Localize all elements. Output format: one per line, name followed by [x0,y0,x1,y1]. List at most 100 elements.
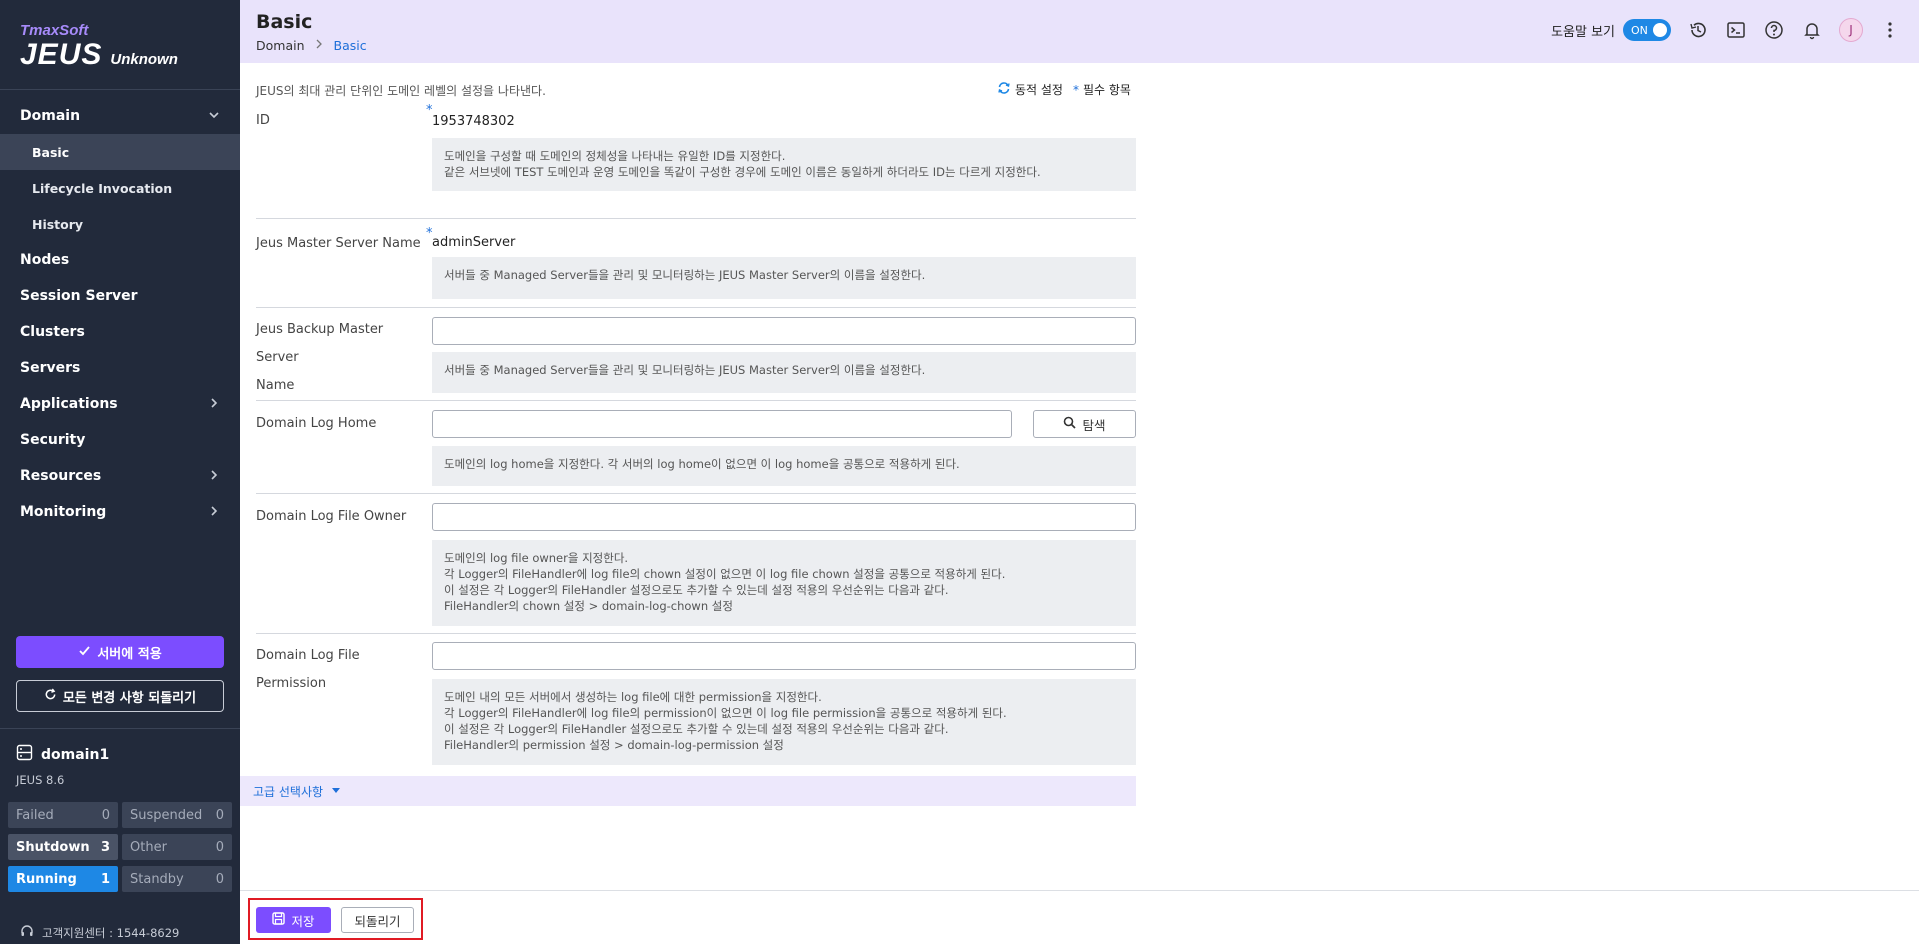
form-row-master-server: Jeus Master Server Name * adminServer 서버… [256,219,1136,308]
domain-info: domain1 JEUS 8.6 [16,744,109,787]
status-count: 3 [100,839,110,855]
sidebar-item-basic[interactable]: Basic [0,134,240,170]
field-label: Domain Log File Owner [256,509,407,524]
help-line: 도메인 내의 모든 서버에서 생성하는 log file에 대한 permiss… [444,690,822,704]
status-failed[interactable]: Failed 0 [8,802,118,828]
sidebar-item-lifecycle-invocation[interactable]: Lifecycle Invocation [0,170,240,206]
sidebar-item-label: Servers [20,360,81,376]
legend: 동적 설정 * 필수 항목 [997,81,1131,98]
sidebar-item-applications[interactable]: Applications [0,386,240,422]
status-standby[interactable]: Standby 0 [122,866,232,892]
field-help: 도메인의 log file owner을 지정한다. 각 Logger의 Fil… [432,540,1136,626]
log-home-input[interactable] [432,410,1012,438]
sidebar-item-resources[interactable]: Resources [0,458,240,494]
status-count: 0 [215,871,224,887]
log-permission-input[interactable] [432,642,1136,670]
status-count: 0 [215,807,224,823]
help-line: 같은 서브넷에 TEST 도메인과 운영 도메인을 똑같이 구성한 경우에 도메… [444,165,1041,179]
browse-label: 탐색 [1082,417,1106,433]
status-label: Suspended [130,807,203,823]
status-suspended[interactable]: Suspended 0 [122,802,232,828]
field-help: 도메인의 log home을 지정한다. 각 서버의 log home이 없으면… [432,446,1136,486]
domain-name: domain1 [41,746,110,763]
sidebar-item-clusters[interactable]: Clusters [0,314,240,350]
status-count: 0 [215,839,224,855]
status-running[interactable]: Running 1 [8,866,118,892]
more-vertical-icon[interactable] [1879,19,1901,41]
logo-brand: TmaxSoft [20,22,89,39]
refresh-icon [44,688,57,705]
toggle-knob [1653,23,1667,37]
logo-product: JEUS [20,38,103,71]
caret-down-icon [331,784,341,798]
basic-form: ID * 1953748302 도메인을 구성할 때 도메인의 정체성을 나타내… [256,103,1136,771]
sidebar-item-label: Applications [20,396,118,412]
header-toolbar: 도움말 보기 ON J [1551,18,1901,42]
required-asterisk-icon: * [1072,82,1079,97]
support-text: 고객지원센터 : 1544-8629 [42,925,180,940]
revert-all-changes-button[interactable]: 모든 변경 사항 되돌리기 [16,680,224,712]
sidebar: TmaxSoft JEUS Unknown Domain Basic Lifec… [0,0,240,944]
sidebar-item-monitoring[interactable]: Monitoring [0,494,240,530]
help-toggle-label: 도움말 보기 [1551,24,1615,40]
page-description: JEUS의 최대 관리 단위인 도메인 레벨의 설정을 나타낸다. [256,84,546,98]
help-line: 도메인의 log home을 지정한다. 각 서버의 log home이 없으면… [444,457,960,471]
user-avatar[interactable]: J [1839,18,1863,42]
field-label: Jeus Master Server Name [256,236,421,251]
apply-to-server-button[interactable]: 서버에 적용 [16,636,224,668]
terminal-icon[interactable] [1725,19,1747,41]
sidebar-item-nodes[interactable]: Nodes [0,242,240,278]
breadcrumb-domain[interactable]: Domain [256,38,305,53]
field-help: 서버들 중 Managed Server들을 관리 및 모니터링하는 JEUS … [432,352,1136,393]
field-label: Jeus Backup Master Server Name [256,316,426,400]
master-server-value: adminServer [432,235,516,250]
apply-button-label: 서버에 적용 [97,646,162,662]
server-status-grid: Failed 0 Suspended 0 Shutdown 3 Other 0 … [8,802,232,892]
sidebar-item-session-server[interactable]: Session Server [0,278,240,314]
form-row-log-permission: Domain Log File Permission 도메인 내의 모든 서버에… [256,634,1136,771]
sidebar-item-label: Clusters [20,324,85,340]
page-footer: 저장 되돌리기 [240,890,1919,944]
status-other[interactable]: Other 0 [122,834,232,860]
help-toggle[interactable]: ON [1623,19,1671,41]
chevron-right-icon [208,505,220,520]
sidebar-item-servers[interactable]: Servers [0,350,240,386]
breadcrumb-basic[interactable]: Basic [334,38,367,53]
chevron-down-icon [208,109,220,124]
status-label: Shutdown [16,839,90,855]
headset-icon [20,924,34,941]
field-label-line: Jeus Backup Master Server [256,322,384,365]
field-help: 서버들 중 Managed Server들을 관리 및 모니터링하는 JEUS … [432,257,1136,299]
form-row-log-home: Domain Log Home 탐색 도메인의 log home을 지정한다. … [256,401,1136,494]
field-label-line: Name [256,378,295,393]
status-label: Other [130,839,167,855]
action-button-group: 저장 되돌리기 [248,898,423,940]
save-icon [272,912,286,928]
help-icon[interactable] [1763,19,1785,41]
form-row-backup-master: Jeus Backup Master Server Name 서버들 중 Man… [256,308,1136,401]
search-icon [1063,416,1077,432]
help-line: 서버들 중 Managed Server들을 관리 및 모니터링하는 JEUS … [444,363,926,377]
advanced-options-toggle[interactable]: 고급 선택사항 [240,776,1136,806]
help-line: 도메인의 log file owner을 지정한다. [444,551,629,565]
chevron-right-icon [315,39,324,52]
status-shutdown[interactable]: Shutdown 3 [8,834,118,860]
field-label-line: Domain Log File [256,648,360,663]
save-button[interactable]: 저장 [256,907,331,933]
jeus-logo[interactable]: TmaxSoft JEUS Unknown [20,22,178,72]
sidebar-item-domain[interactable]: Domain [0,98,240,134]
jeus-version: JEUS 8.6 [16,773,65,787]
sidebar-item-security[interactable]: Security [0,422,240,458]
backup-master-input[interactable] [432,317,1136,345]
revert-all-label: 모든 변경 사항 되돌리기 [62,690,197,706]
sidebar-item-history[interactable]: History [0,206,240,242]
sidebar-item-label: Security [20,432,86,448]
revert-button[interactable]: 되돌리기 [341,907,414,933]
browse-button[interactable]: 탐색 [1033,410,1136,438]
history-icon[interactable] [1687,19,1709,41]
log-owner-input[interactable] [432,503,1136,531]
bell-icon[interactable] [1801,19,1823,41]
field-help: 도메인을 구성할 때 도메인의 정체성을 나타내는 유일한 ID를 지정한다. … [432,138,1136,191]
page-header: Basic Domain Basic 도움말 보기 ON J [240,0,1919,63]
chevron-right-icon [208,469,220,484]
